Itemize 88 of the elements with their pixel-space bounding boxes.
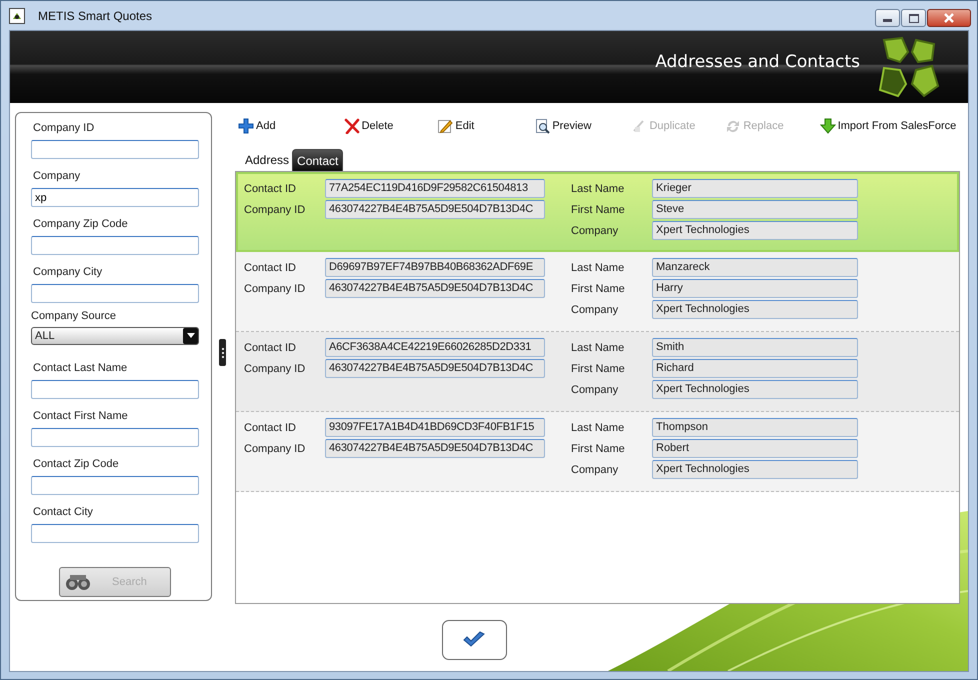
field-label: Contact First Name bbox=[33, 409, 129, 423]
app-icon bbox=[9, 8, 25, 24]
contact-record[interactable]: Contact ID 77A254EC119D416D9F29582C61504813 Company ID 463074227B4E4B75A5D9E504D7B13D4C Last Name Krieger First Name Steve Company Xpert Technologies bbox=[236, 172, 959, 252]
input-field[interactable] bbox=[31, 284, 199, 303]
contact-record[interactable]: Contact ID A6CF3638A4CE42219E66026285D2D331 Company ID 463074227B4E4B75A5D9E504D7B13D4C Last Name Smith First Name Richard Company Xpert Technologies bbox=[236, 332, 959, 412]
readonly-field: 463074227B4E4B75A5D9E504D7B13D4C bbox=[325, 439, 545, 458]
input-field[interactable] bbox=[31, 380, 199, 399]
field-label: Last Name bbox=[571, 262, 626, 274]
source-dropdown[interactable]: ALL bbox=[31, 327, 199, 345]
input-field[interactable] bbox=[31, 140, 199, 159]
field-label: Contact ID bbox=[244, 182, 297, 194]
contact-record[interactable]: Contact ID 93097FE17A1B4D41BD69CD3F40FB1F15 Company ID 463074227B4E4B75A5D9E504D7B13D4C Last Name Thompson First Name Robert Company Xpert Technologies bbox=[236, 412, 959, 492]
readonly-field: 93097FE17A1B4D41BD69CD3F40FB1F15 bbox=[325, 418, 545, 437]
splitter-handle[interactable] bbox=[219, 339, 226, 366]
readonly-field: Xpert Technologies bbox=[652, 460, 858, 479]
field-label: Last Name bbox=[571, 342, 626, 354]
logo-icon bbox=[876, 36, 942, 98]
readonly-field: Harry bbox=[652, 279, 858, 298]
input-field[interactable] bbox=[31, 524, 199, 543]
readonly-field: 463074227B4E4B75A5D9E504D7B13D4C bbox=[325, 279, 545, 298]
field-label: Last Name bbox=[571, 182, 626, 194]
field-label: Company ID bbox=[244, 204, 306, 216]
readonly-field: 463074227B4E4B75A5D9E504D7B13D4C bbox=[325, 359, 545, 378]
toolbar-button[interactable]: Import From SalesForce bbox=[820, 118, 956, 134]
document-search-icon bbox=[534, 118, 550, 134]
input-field[interactable] bbox=[31, 236, 199, 255]
field-label: Contact Last Name bbox=[33, 361, 128, 375]
page-title: Addresses and Contacts bbox=[655, 52, 860, 72]
readonly-field: Krieger bbox=[652, 179, 858, 198]
field-label: Company Source bbox=[31, 309, 117, 323]
dropdown-arrow-icon bbox=[186, 333, 194, 339]
readonly-field: Manzareck bbox=[652, 258, 858, 277]
field-label: First Name bbox=[571, 442, 626, 454]
close-icon bbox=[943, 13, 955, 23]
binoculars-icon bbox=[64, 572, 92, 592]
tab[interactable]: Address bbox=[242, 149, 292, 171]
field-label: Company ID bbox=[244, 282, 306, 294]
field-label: First Name bbox=[571, 362, 626, 374]
input-field[interactable] bbox=[31, 428, 199, 447]
readonly-field: Thompson bbox=[652, 418, 858, 437]
field-label: Contact Zip Code bbox=[33, 457, 120, 471]
checkmark-icon bbox=[463, 631, 485, 649]
tab[interactable]: Contact bbox=[292, 149, 344, 171]
toolbar-button[interactable]: Delete bbox=[344, 118, 394, 134]
ok-button[interactable] bbox=[442, 620, 506, 660]
field-label: Company bbox=[571, 224, 620, 236]
readonly-field: Steve bbox=[652, 200, 858, 219]
field-label: Company ID bbox=[244, 362, 306, 374]
contact-record[interactable]: Contact ID D69697B97EF74B97BB40B68362ADF69E Company ID 463074227B4E4B75A5D9E504D7B13D4C Last Name Manzareck First Name Harry Company Xpert Technologies bbox=[236, 252, 959, 332]
readonly-field: Richard bbox=[652, 359, 858, 378]
field-label: Company ID bbox=[33, 121, 96, 135]
readonly-field: Robert bbox=[652, 439, 858, 458]
down-arrow-icon bbox=[820, 118, 836, 134]
field-label: Contact ID bbox=[244, 422, 297, 434]
readonly-field: A6CF3638A4CE42219E66026285D2D331 bbox=[325, 338, 545, 357]
toolbar-button[interactable]: Preview bbox=[534, 118, 592, 134]
field-label: First Name bbox=[571, 204, 626, 216]
readonly-field: D69697B97EF74B97BB40B68362ADF69E bbox=[325, 258, 545, 277]
readonly-field: Xpert Technologies bbox=[652, 380, 858, 399]
arrows-cycle-icon bbox=[725, 118, 742, 134]
readonly-field: Xpert Technologies bbox=[652, 300, 858, 319]
field-label: Contact ID bbox=[244, 342, 297, 354]
toolbar-button[interactable]: Edit bbox=[437, 118, 474, 134]
window-title: METIS Smart Quotes bbox=[38, 8, 152, 22]
input-field[interactable] bbox=[31, 476, 199, 495]
readonly-field: Smith bbox=[652, 338, 858, 357]
readonly-field: 77A254EC119D416D9F29582C61504813 bbox=[325, 179, 545, 198]
field-label: Contact ID bbox=[244, 262, 297, 274]
field-label: Company bbox=[571, 464, 620, 476]
field-label: Company City bbox=[33, 265, 104, 279]
toolbar-button[interactable]: Add bbox=[238, 118, 276, 134]
field-label: First Name bbox=[571, 282, 626, 294]
field-label: Contact City bbox=[33, 505, 94, 519]
plus-icon bbox=[238, 118, 254, 134]
field-label: Company Zip Code bbox=[33, 217, 129, 231]
minimize-button[interactable] bbox=[875, 9, 900, 27]
readonly-field: 463074227B4E4B75A5D9E504D7B13D4C bbox=[325, 200, 545, 219]
readonly-field: Xpert Technologies bbox=[652, 221, 858, 240]
maximize-button[interactable] bbox=[901, 9, 926, 27]
field-label: Company bbox=[571, 304, 620, 316]
cross-icon bbox=[344, 118, 360, 134]
field-label: Company ID bbox=[244, 442, 306, 454]
close-button[interactable] bbox=[927, 9, 971, 27]
field-label: Company bbox=[33, 169, 82, 183]
field-label: Last Name bbox=[571, 422, 626, 434]
pencil-icon bbox=[437, 118, 454, 134]
input-field[interactable]: xp bbox=[31, 188, 199, 207]
field-label: Company bbox=[571, 384, 620, 396]
